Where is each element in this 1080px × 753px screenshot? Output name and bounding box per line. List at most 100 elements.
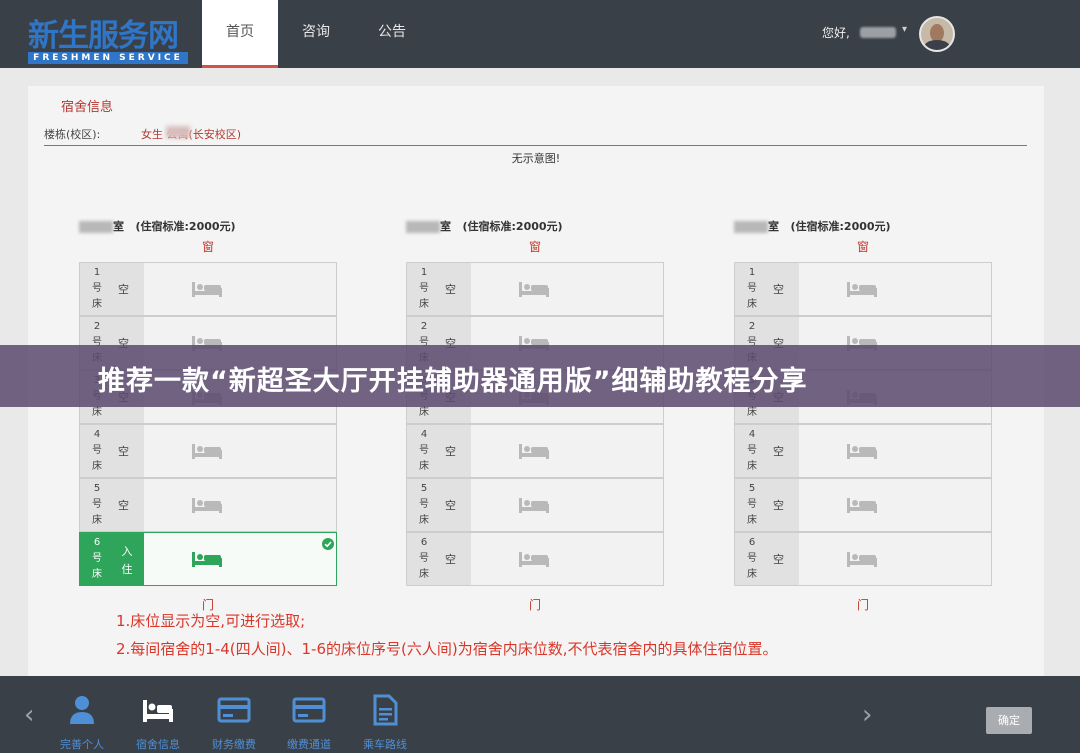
check-icon	[322, 535, 334, 550]
room-number-blurred	[734, 221, 768, 233]
chevron-down-icon[interactable]: ▾	[902, 24, 907, 35]
avatar-body	[924, 40, 950, 50]
toolbar-item[interactable]: 财务缴费	[202, 694, 266, 751]
bed-number: 5号床	[747, 483, 757, 526]
bed-status: 空	[118, 445, 129, 458]
bed-status: 空	[445, 445, 456, 458]
divider	[44, 145, 1027, 146]
bed-icon	[518, 495, 550, 515]
bed-status: 空	[773, 445, 784, 458]
bed-slot[interactable]: 1号床 空	[406, 262, 664, 316]
room-number-blurred	[79, 221, 113, 233]
toolbar-item-label: 缴费通道	[287, 738, 331, 751]
tab-announcement[interactable]: 公告	[354, 0, 430, 68]
bed-number: 1号床	[419, 267, 429, 310]
bottom-toolbar: ‹ 完善个人 宿舍信息 财务缴费 缴费通道 乘车路线 › 确定	[0, 676, 1080, 753]
toolbar-item[interactable]: 缴费通道	[277, 694, 341, 751]
toolbar-item[interactable]: 宿舍信息	[126, 694, 190, 751]
room-number-blurred	[406, 221, 440, 233]
bed-label: 4号床 空	[407, 425, 471, 477]
room-suffix: 室	[440, 220, 451, 233]
card-icon	[292, 694, 326, 726]
bed-label: 4号床 空	[80, 425, 144, 477]
bed-icon	[846, 279, 878, 299]
logo-subtitle: FRESHMEN SERVICE	[28, 52, 188, 64]
door-label: 门	[528, 598, 541, 612]
bed-slot[interactable]: 6号床 入住	[79, 532, 337, 586]
bed-slot[interactable]: 6号床 空	[734, 532, 992, 586]
tab-consult[interactable]: 咨询	[278, 0, 354, 68]
bed-status: 空	[118, 283, 129, 296]
bed-number: 1号床	[747, 267, 757, 310]
bed-status: 空	[445, 553, 456, 566]
toolbar-item[interactable]: 完善个人	[50, 694, 114, 751]
room-header: 室 (住宿标准:2000元)	[406, 218, 664, 234]
bed-slot[interactable]: 5号床 空	[406, 478, 664, 532]
bed-icon	[191, 279, 223, 299]
username-blurred[interactable]	[860, 27, 896, 38]
bed-label: 1号床 空	[735, 263, 799, 315]
bed-number: 4号床	[419, 429, 429, 472]
bed-number: 5号床	[92, 483, 102, 526]
card-icon	[217, 694, 251, 726]
tab-home[interactable]: 首页	[202, 0, 278, 68]
chevron-left-icon[interactable]: ‹	[24, 700, 34, 730]
top-navigation-bar: 新生服务网 FRESHMEN SERVICE 首页 咨询 公告 您好, ▾	[0, 0, 1080, 68]
bed-status: 入住	[121, 545, 133, 576]
room-suffix: 室	[768, 220, 779, 233]
bed-label: 5号床 空	[735, 479, 799, 531]
room-standard: (住宿标准:2000元)	[135, 220, 236, 233]
confirm-button[interactable]: 确定	[986, 707, 1032, 734]
bed-icon	[846, 441, 878, 461]
bed-number: 6号床	[92, 537, 102, 580]
bed-number: 4号床	[92, 429, 102, 472]
room-standard: (住宿标准:2000元)	[790, 220, 891, 233]
bed-slot[interactable]: 4号床 空	[79, 424, 337, 478]
greeting-text: 您好,	[822, 26, 850, 40]
bed-label: 4号床 空	[735, 425, 799, 477]
note-2: 2.每间宿舍的1-4(四人间)、1-6的床位序号(六人间)为宿舍内床位数,不代表…	[116, 640, 778, 658]
bed-label: 5号床 空	[80, 479, 144, 531]
bed-icon	[518, 279, 550, 299]
bed-status: 空	[773, 283, 784, 296]
building-value: 女生 公寓(长安校区)	[141, 128, 242, 141]
bed-number: 6号床	[419, 537, 429, 580]
room-header: 室 (住宿标准:2000元)	[734, 218, 992, 234]
bed-slot[interactable]: 6号床 空	[406, 532, 664, 586]
bed-icon	[141, 694, 175, 726]
bed-label: 1号床 空	[80, 263, 144, 315]
window-label: 窗	[856, 240, 869, 254]
note-1: 1.床位显示为空,可进行选取;	[116, 612, 306, 630]
bed-status: 空	[118, 499, 129, 512]
document-icon	[368, 694, 402, 726]
bed-slot[interactable]: 1号床 空	[79, 262, 337, 316]
bed-icon	[846, 495, 878, 515]
bed-slot[interactable]: 4号床 空	[734, 424, 992, 478]
window-label: 窗	[201, 240, 214, 254]
bed-icon	[518, 441, 550, 461]
bed-label: 6号床 入住	[80, 533, 144, 585]
toolbar-item[interactable]: 乘车路线	[353, 694, 417, 751]
person-icon	[65, 694, 99, 726]
bed-icon	[191, 495, 223, 515]
bed-status: 空	[445, 499, 456, 512]
bed-number: 4号床	[747, 429, 757, 472]
bed-status: 空	[445, 283, 456, 296]
bed-label: 1号床 空	[407, 263, 471, 315]
toolbar-item-label: 乘车路线	[363, 738, 407, 751]
bed-slot[interactable]: 4号床 空	[406, 424, 664, 478]
bed-icon	[518, 549, 550, 569]
building-label: 楼栋(校区):	[44, 128, 101, 141]
door-label: 门	[856, 598, 869, 612]
bed-number: 6号床	[747, 537, 757, 580]
bed-slot[interactable]: 1号床 空	[734, 262, 992, 316]
bed-number: 1号床	[92, 267, 102, 310]
chevron-right-icon[interactable]: ›	[862, 700, 872, 730]
avatar[interactable]	[919, 16, 955, 52]
bed-slot[interactable]: 5号床 空	[79, 478, 337, 532]
bed-slot[interactable]: 5号床 空	[734, 478, 992, 532]
title-banner: 推荐一款“新超圣大厅开挂辅助器通用版”细辅助教程分享	[0, 345, 1080, 407]
room-standard: (住宿标准:2000元)	[462, 220, 563, 233]
site-logo[interactable]: 新生服务网 FRESHMEN SERVICE	[22, 8, 194, 64]
room-suffix: 室	[113, 220, 124, 233]
